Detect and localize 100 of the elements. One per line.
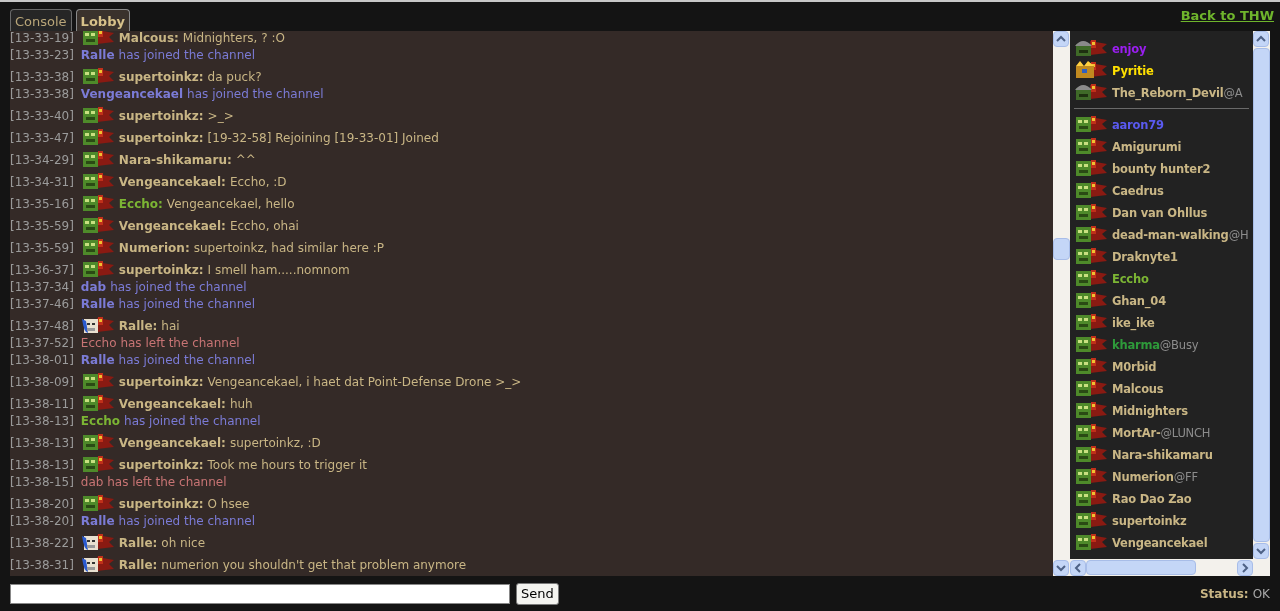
sender-name: Ralle:: [118, 557, 158, 574]
send-button[interactable]: Send: [516, 582, 559, 605]
join-notice: has joined the channel: [124, 413, 261, 430]
scroll-arrow-button[interactable]: [1237, 559, 1253, 576]
channel-tab[interactable]: Console: [10, 9, 72, 31]
avatar-icon: [1074, 290, 1108, 310]
user-name[interactable]: Caedrus: [1112, 182, 1164, 200]
user-name[interactable]: Nara-shikamaru: [1112, 446, 1213, 464]
user-name: Ralle: [80, 47, 115, 64]
avatar-icon: [80, 171, 115, 191]
timestamp: [13-35-16]: [10, 196, 74, 213]
scroll-arrow-button[interactable]: [1070, 559, 1086, 576]
chat-scrollbar[interactable]: [1053, 31, 1070, 576]
timestamp: [13-36-37]: [10, 262, 74, 279]
message-input[interactable]: [10, 583, 510, 604]
user-name: Vengeancekael: [80, 86, 184, 103]
user-name[interactable]: Numerion: [1112, 468, 1174, 486]
user-name[interactable]: Pyritie: [1112, 62, 1154, 80]
sender-name: supertoinkz:: [118, 496, 204, 513]
user-name[interactable]: Eccho: [1112, 270, 1149, 288]
avatar-icon: [80, 105, 115, 125]
message-text: oh nice: [161, 535, 206, 552]
timestamp: [13-38-31]: [10, 557, 74, 574]
user-name[interactable]: Vengeancekael: [1112, 534, 1208, 552]
scroll-arrow-button[interactable]: [1053, 560, 1069, 576]
user-name[interactable]: Dan van Ohllus: [1112, 204, 1208, 222]
user-name[interactable]: bounty hunter2: [1112, 160, 1211, 178]
avatar-icon: [80, 315, 115, 335]
user-name[interactable]: The_Reborn_Devil: [1112, 84, 1224, 102]
avatar-icon: [1074, 400, 1108, 420]
scroll-arrow-button[interactable]: [1253, 543, 1269, 559]
message-text: ^^: [235, 152, 256, 169]
join-notice: has joined the channel: [118, 296, 255, 313]
message-text: Midnighters, ? :O: [182, 31, 285, 47]
user-name[interactable]: dead-man-walking: [1112, 226, 1229, 244]
scroll-thumb[interactable]: [1053, 237, 1070, 260]
avatar-icon: [80, 31, 115, 47]
user-name[interactable]: kharma: [1112, 336, 1160, 354]
sender-name: Numerion:: [118, 240, 190, 257]
user-name[interactable]: Malcous: [1112, 380, 1164, 398]
channel-tab[interactable]: Lobby: [75, 9, 130, 31]
user-name[interactable]: Amigurumi: [1112, 138, 1182, 156]
join-notice: has joined the channel: [110, 279, 247, 296]
timestamp: [13-38-01]: [10, 352, 74, 369]
avatar-icon: [1074, 488, 1108, 508]
user-name[interactable]: MortAr-: [1112, 424, 1161, 442]
timestamp: [13-34-31]: [10, 174, 74, 191]
scroll-thumb[interactable]: [1086, 560, 1196, 575]
avatar-icon: [80, 493, 115, 513]
user-name: Ralle: [80, 352, 115, 369]
user-name[interactable]: Draknyte1: [1112, 248, 1178, 266]
user-name: Ralle: [80, 296, 115, 313]
scroll-arrow-button[interactable]: [1253, 31, 1269, 47]
back-link[interactable]: Back to THW: [1180, 6, 1274, 26]
avatar-icon: [1074, 82, 1108, 102]
sender-name: supertoinkz:: [118, 374, 204, 391]
sender-name: supertoinkz:: [118, 262, 204, 279]
timestamp: [13-33-47]: [10, 130, 74, 147]
user-status: @Busy: [1159, 336, 1199, 354]
user-name[interactable]: supertoinkz: [1112, 512, 1187, 530]
avatar-icon: [80, 532, 115, 552]
timestamp: [13-35-59]: [10, 218, 74, 235]
scroll-arrow-button[interactable]: [1053, 31, 1069, 47]
user-status: @LUNCH: [1160, 424, 1211, 442]
avatar-icon: [80, 66, 115, 86]
horizontal-scrollbar[interactable]: [1070, 559, 1270, 576]
message-text: huh: [229, 396, 253, 413]
timestamp: [13-33-19]: [10, 31, 74, 47]
avatar-icon: [1074, 38, 1108, 58]
message-text: Took me hours to trigger it: [207, 457, 367, 474]
timestamp: [13-37-52]: [10, 335, 74, 352]
avatar-icon: [1074, 422, 1108, 442]
message-text: supertoinkz, had similar here :P: [193, 240, 384, 257]
message-text: O hsee: [207, 496, 250, 513]
user-name: Eccho: [80, 413, 121, 430]
avatar-icon: [1074, 60, 1108, 80]
message-text: Vengeancekael, i haet dat Point-Defense Drone >_>: [207, 374, 522, 391]
timestamp: [13-38-13]: [10, 457, 74, 474]
avatar-icon: [1074, 444, 1108, 464]
user-name[interactable]: ike_ike: [1112, 314, 1155, 332]
avatar-icon: [1074, 114, 1108, 134]
user-name[interactable]: Midnighters: [1112, 402, 1188, 420]
timestamp: [13-37-46]: [10, 296, 74, 313]
user-name[interactable]: Rao Dao Zao: [1112, 490, 1192, 508]
message-text: I smell ham.....nomnom: [207, 262, 350, 279]
sender-name: supertoinkz:: [118, 69, 204, 86]
timestamp: [13-38-20]: [10, 496, 74, 513]
sender-name: Vengeancekael:: [118, 396, 226, 413]
user-status: @A: [1223, 84, 1243, 100]
sender-name: supertoinkz:: [118, 130, 204, 147]
user-name[interactable]: M0rbid: [1112, 358, 1157, 376]
avatar-icon: [80, 149, 115, 169]
message-text: Vengeancekael, hello: [166, 196, 295, 213]
timestamp: [13-38-09]: [10, 374, 74, 391]
avatar-icon: [1074, 510, 1108, 530]
timestamp: [13-33-40]: [10, 108, 74, 125]
user-status: @H: [1228, 226, 1249, 244]
timestamp: [13-38-13]: [10, 413, 74, 430]
user-name[interactable]: Ghan_04: [1112, 292, 1166, 310]
status-value: OK: [1252, 585, 1270, 603]
